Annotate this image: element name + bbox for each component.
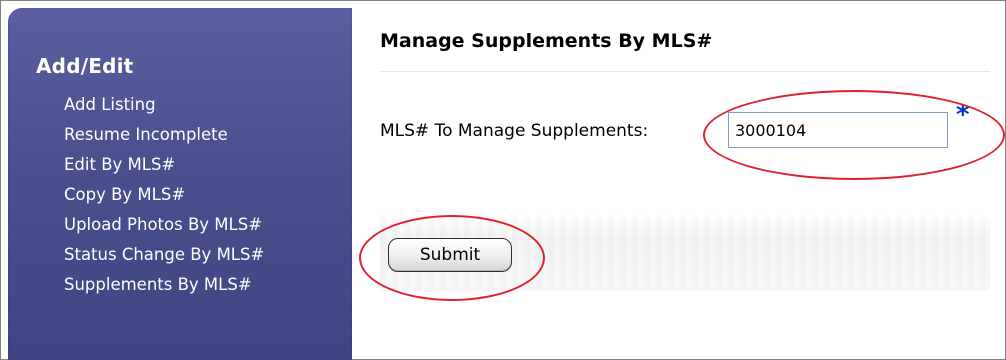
sidebar-item-edit-by-mls[interactable]: Edit By MLS# (64, 150, 264, 180)
sidebar: Add/Edit Add Listing Resume Incomplete E… (8, 8, 352, 360)
sidebar-item-add-listing[interactable]: Add Listing (64, 90, 264, 120)
sidebar-item-status-change-by-mls[interactable]: Status Change By MLS# (64, 240, 264, 270)
sidebar-item-upload-photos-by-mls[interactable]: Upload Photos By MLS# (64, 210, 264, 240)
sidebar-item-copy-by-mls[interactable]: Copy By MLS# (64, 180, 264, 210)
sidebar-item-supplements-by-mls[interactable]: Supplements By MLS# (64, 270, 264, 300)
mls-number-input[interactable] (728, 112, 948, 148)
main-content: Manage Supplements By MLS# MLS# To Manag… (359, 0, 1006, 360)
submit-button[interactable]: Submit (388, 238, 512, 272)
sidebar-title: Add/Edit (36, 54, 134, 78)
required-indicator: * (956, 100, 970, 130)
mls-field-label: MLS# To Manage Supplements: (380, 121, 649, 141)
page-title: Manage Supplements By MLS# (380, 30, 713, 52)
title-divider (380, 71, 990, 72)
sidebar-item-resume-incomplete[interactable]: Resume Incomplete (64, 120, 264, 150)
sidebar-menu: Add Listing Resume Incomplete Edit By ML… (64, 90, 264, 300)
